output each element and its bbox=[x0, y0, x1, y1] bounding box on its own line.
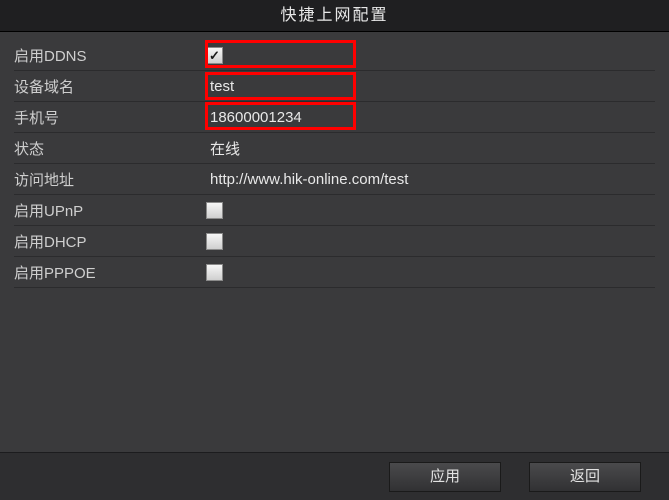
row-device-domain: 设备域名 bbox=[14, 71, 655, 102]
button-bar: 应用 返回 bbox=[0, 452, 669, 500]
label-enable-ddns: 启用DDNS bbox=[14, 45, 206, 66]
label-access-url: 访问地址 bbox=[14, 169, 206, 190]
check-icon: ✓ bbox=[209, 49, 220, 62]
row-access-url: 访问地址 http://www.hik-online.com/test bbox=[14, 164, 655, 195]
row-enable-pppoe: 启用PPPOE bbox=[14, 257, 655, 288]
back-button[interactable]: 返回 bbox=[529, 462, 641, 492]
input-phone[interactable] bbox=[206, 107, 655, 128]
value-access-url: http://www.hik-online.com/test bbox=[206, 171, 408, 188]
dialog-title: 快捷上网配置 bbox=[0, 0, 669, 32]
row-enable-upnp: 启用UPnP bbox=[14, 195, 655, 226]
value-status: 在线 bbox=[206, 138, 240, 159]
label-status: 状态 bbox=[14, 138, 206, 159]
checkbox-enable-dhcp[interactable] bbox=[206, 233, 223, 250]
row-enable-ddns: 启用DDNS ✓ bbox=[14, 40, 655, 71]
form-area: 启用DDNS ✓ 设备域名 手机号 状态 在线 访问地址 http://www.… bbox=[0, 32, 669, 288]
input-device-domain[interactable] bbox=[206, 76, 655, 97]
row-phone: 手机号 bbox=[14, 102, 655, 133]
label-device-domain: 设备域名 bbox=[14, 76, 206, 97]
label-enable-pppoe: 启用PPPOE bbox=[14, 262, 206, 283]
row-status: 状态 在线 bbox=[14, 133, 655, 164]
checkbox-enable-upnp[interactable] bbox=[206, 202, 223, 219]
label-enable-upnp: 启用UPnP bbox=[14, 200, 206, 221]
label-enable-dhcp: 启用DHCP bbox=[14, 231, 206, 252]
row-enable-dhcp: 启用DHCP bbox=[14, 226, 655, 257]
checkbox-enable-ddns[interactable]: ✓ bbox=[206, 47, 223, 64]
checkbox-enable-pppoe[interactable] bbox=[206, 264, 223, 281]
label-phone: 手机号 bbox=[14, 107, 206, 128]
apply-button[interactable]: 应用 bbox=[389, 462, 501, 492]
